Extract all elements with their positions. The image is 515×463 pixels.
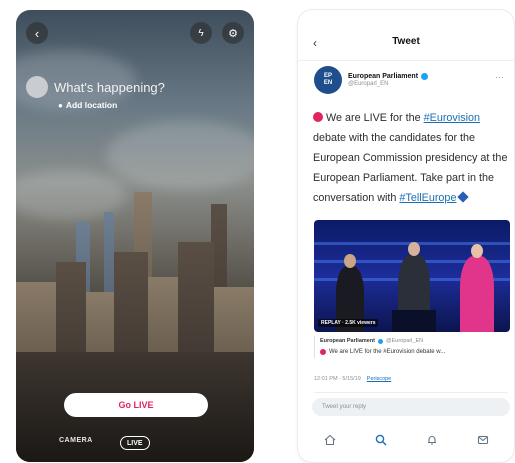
bottom-tab-bar [298, 430, 514, 450]
divider [314, 336, 315, 358]
page-title: Tweet [392, 36, 420, 47]
go-live-button[interactable]: Go LIVE [64, 393, 208, 417]
author-handle: @Europarl_EN [348, 81, 389, 87]
video-player[interactable]: REPLAY · 2.5K viewers [314, 220, 510, 332]
divider [314, 392, 508, 393]
whats-happening-text: What's happening? [54, 79, 165, 95]
add-location-button[interactable]: ● Add location [58, 100, 117, 110]
replay-badge: REPLAY · 2.5K viewers [318, 319, 379, 327]
tweet-author[interactable]: EP EN European Parliament @Europarl_EN [314, 66, 429, 94]
avatar-text-bottom: EN [323, 80, 333, 86]
quoted-text: We are LIVE for the #Eurovision debate w… [329, 349, 446, 355]
divider [298, 60, 514, 61]
tweet-timestamp: 12:01 PM · 5/15/19 Periscope [314, 376, 391, 382]
flash-button[interactable]: ϟ [190, 22, 212, 44]
city-skyline [16, 172, 254, 462]
tweet-text: We are LIVE for the #Eurovision debate w… [313, 108, 508, 208]
red-circle-icon [320, 349, 326, 355]
mode-camera[interactable]: CAMERA [59, 437, 93, 444]
back-button[interactable]: ‹ [26, 22, 48, 44]
tweet-text-part: We are LIVE for the [326, 112, 424, 124]
location-pin-icon: ● [58, 100, 63, 110]
settings-button[interactable]: ⚙ [222, 22, 244, 44]
source-link[interactable]: Periscope [367, 376, 391, 382]
quoted-text-row[interactable]: We are LIVE for the #Eurovision debate w… [320, 349, 445, 355]
reply-input[interactable]: Tweet your reply [312, 398, 510, 416]
messages-icon [477, 435, 488, 445]
home-icon [324, 434, 335, 446]
author-name: European Parliament [348, 73, 419, 80]
quoted-name: European Parliament [320, 338, 376, 344]
chevron-left-icon: ‹ [34, 25, 40, 41]
tweet-screen: ‹ Tweet EP EN European Parliament @Europ… [298, 10, 514, 462]
tab-home[interactable] [320, 430, 340, 450]
more-options-icon[interactable]: ··· [495, 72, 504, 82]
blue-diamond-icon [457, 191, 470, 203]
verified-badge-icon [421, 73, 429, 80]
tab-messages[interactable] [473, 430, 493, 450]
verified-badge-icon [378, 338, 384, 344]
red-circle-icon [313, 112, 323, 122]
avatar[interactable]: EP EN [314, 66, 342, 94]
notifications-icon [427, 436, 436, 445]
tweet-header: ‹ Tweet [298, 36, 514, 54]
quoted-author[interactable]: European Parliament @Europarl_EN [320, 338, 423, 344]
avatar-text-top: EP [323, 73, 332, 80]
lightning-icon: ϟ [198, 27, 204, 39]
search-icon [375, 434, 386, 446]
gear-icon: ⚙ [228, 27, 238, 40]
quoted-handle: @Europarl_EN [386, 338, 424, 344]
add-location-label: Add location [65, 100, 118, 110]
mode-live[interactable]: LIVE [120, 436, 150, 450]
timestamp: 12:01 PM · 5/15/19 [314, 376, 361, 382]
tab-notifications[interactable] [422, 430, 442, 450]
hashtag-link[interactable]: #Eurovision [424, 112, 480, 124]
go-live-screen: ‹ ϟ ⚙ What's happening? ● Add location G… [16, 10, 254, 462]
tab-search[interactable] [371, 430, 391, 450]
avatar [26, 76, 48, 98]
speaker-figure [460, 244, 494, 332]
hashtag-link[interactable]: #TellEurope [399, 192, 456, 204]
compose-prompt[interactable]: What's happening? [26, 76, 165, 98]
